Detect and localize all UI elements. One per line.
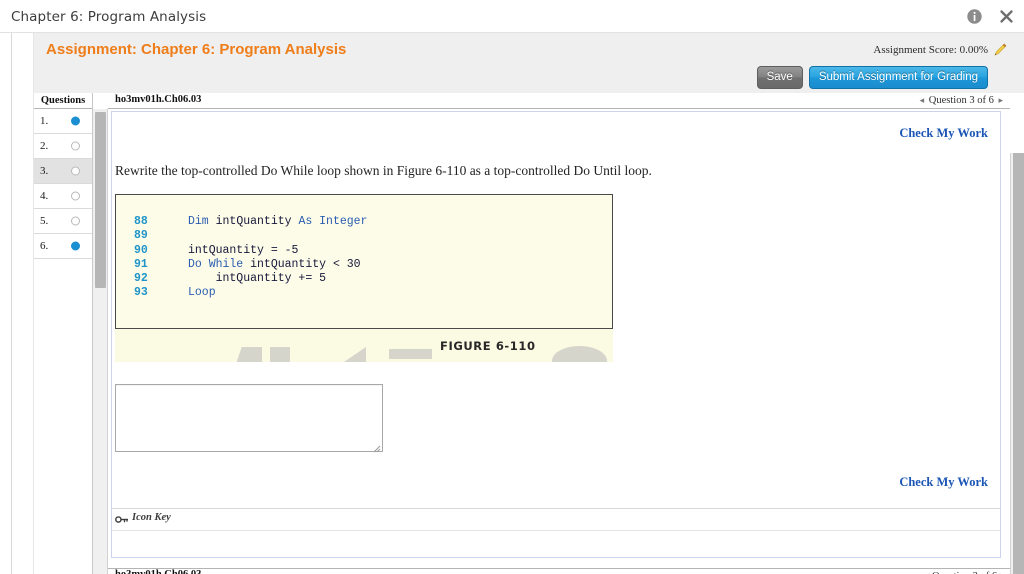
check-my-work-bottom-link[interactable]: Check My Work bbox=[899, 475, 988, 490]
header-button-row: Save Submit Assignment for Grading bbox=[756, 66, 988, 89]
code-line-number: 88 bbox=[134, 215, 148, 228]
save-button[interactable]: Save bbox=[756, 66, 803, 89]
prev-question-button[interactable]: ◂ bbox=[918, 95, 927, 105]
code-line: 91 Do While intQuantity < 30 bbox=[116, 258, 367, 272]
icon-key-divider bbox=[112, 508, 1000, 509]
code-token: intQuantity = -5 bbox=[188, 243, 299, 257]
decorative-shape-1 bbox=[236, 347, 262, 362]
content-panel: Questions 1. 2. 3. 4. 5. 6. ho3mv01h.Ch06.03 … bbox=[34, 93, 1024, 574]
left-gutter bbox=[12, 33, 34, 574]
resize-grip-icon[interactable] bbox=[371, 440, 381, 453]
code-token: intQuantity += 5 bbox=[188, 272, 327, 286]
question-nav-item-5[interactable]: 5. bbox=[34, 209, 92, 234]
window-titlebar: Chapter 6: Program Analysis bbox=[0, 0, 1024, 33]
code-line: 90 intQuantity = -5 bbox=[116, 244, 367, 258]
code-line: 92 intQuantity += 5 bbox=[116, 272, 367, 286]
figure-caption-area: FIGURE 6-110 bbox=[115, 333, 613, 362]
questions-scrollbar[interactable] bbox=[93, 109, 108, 574]
pencil-icon[interactable] bbox=[992, 42, 1008, 58]
question-id-bar: ho3mv01h.Ch06.03 ◂ Question 3 of 6 ▸ bbox=[108, 93, 1010, 109]
question-status-dot bbox=[71, 116, 80, 126]
code-token: Loop bbox=[188, 286, 216, 300]
question-footer-bar: ho3mv01h.Ch06.03 ◂ Question 3 of 6 ▸ bbox=[108, 568, 1010, 574]
question-status-dot bbox=[71, 191, 80, 201]
figure-6-110: 88 Dim intQuantity As Integer 89 90 intQuant… bbox=[115, 194, 613, 362]
code-line-source: intQuantity += 5 bbox=[188, 272, 326, 286]
page-frame: Assignment: Chapter 6: Program Analysis … bbox=[11, 33, 1024, 574]
submit-assignment-button[interactable]: Submit Assignment for Grading bbox=[808, 66, 988, 89]
question-nav-label: 1. bbox=[40, 115, 49, 127]
key-icon bbox=[115, 512, 129, 523]
question-status-dot bbox=[71, 241, 80, 251]
code-line-number: 90 bbox=[134, 243, 148, 257]
code-line-source: Do While intQuantity < 30 bbox=[188, 258, 361, 272]
question-nav-label: 6. bbox=[40, 240, 49, 252]
code-line-number: 89 bbox=[134, 229, 148, 243]
question-nav-item-3[interactable]: 3. bbox=[34, 159, 92, 184]
icon-key-label: Icon Key bbox=[132, 512, 171, 523]
code-line-source: Dim intQuantity As Integer bbox=[188, 215, 367, 229]
code-listing: 88 Dim intQuantity As Integer 89 90 intQuant… bbox=[115, 194, 613, 329]
decorative-shape-5 bbox=[552, 346, 607, 362]
question-navigator: ◂ Question 3 of 6 ▸ bbox=[918, 95, 1005, 106]
question-nav-item-1[interactable]: 1. bbox=[34, 109, 92, 134]
next-question-button[interactable]: ▸ bbox=[996, 95, 1005, 105]
info-icon[interactable] bbox=[965, 7, 984, 26]
figure-label: FIGURE 6-110 bbox=[440, 339, 536, 353]
question-counter: Question 3 of 6 bbox=[928, 95, 994, 106]
question-body: Check My Work Rewrite the top-controlled… bbox=[111, 111, 1001, 558]
code-line-number: 93 bbox=[134, 286, 148, 300]
code-lines: 88 Dim intQuantity As Integer 89 90 intQuant… bbox=[116, 215, 367, 301]
application-window: Chapter 6: Program Analysis Assignment: … bbox=[0, 0, 1024, 574]
question-status-dot bbox=[71, 141, 80, 151]
code-line: 89 bbox=[116, 229, 367, 243]
code-line: 93 Loop bbox=[116, 286, 367, 300]
page-title: Assignment: Chapter 6: Program Analysis bbox=[46, 41, 347, 58]
question-prompt: Rewrite the top-controlled Do While loop… bbox=[115, 163, 652, 178]
question-id: ho3mv01h.Ch06.03 bbox=[115, 94, 202, 105]
assignment-header: Assignment: Chapter 6: Program Analysis … bbox=[34, 33, 1024, 93]
question-nav-item-2[interactable]: 2. bbox=[34, 134, 92, 159]
question-nav-item-4[interactable]: 4. bbox=[34, 184, 92, 209]
questions-list: 1. 2. 3. 4. 5. 6. bbox=[34, 109, 92, 259]
question-nav-label: 2. bbox=[40, 140, 49, 152]
check-my-work-top-link[interactable]: Check My Work bbox=[899, 126, 988, 141]
question-status-dot bbox=[71, 216, 80, 226]
decorative-shape-2 bbox=[270, 347, 290, 362]
code-token: intQuantity < 30 bbox=[250, 257, 361, 271]
page-scrollbar-thumb[interactable] bbox=[1013, 153, 1024, 574]
code-line-number: 91 bbox=[134, 257, 148, 271]
question-status-dot bbox=[71, 166, 80, 176]
assignment-score: Assignment Score: 0.00% bbox=[873, 44, 988, 56]
question-nav-label: 4. bbox=[40, 190, 49, 202]
decorative-shape-3 bbox=[341, 347, 366, 362]
code-token: Do While bbox=[188, 257, 251, 271]
questions-header: Questions bbox=[34, 93, 92, 109]
code-line: 88 Dim intQuantity As Integer bbox=[116, 215, 367, 229]
footer-question-id: ho3mv01h.Ch06.03 bbox=[115, 569, 201, 574]
icon-key-underline bbox=[112, 530, 1000, 531]
question-nav-item-6[interactable]: 6. bbox=[34, 234, 92, 259]
window-title: Chapter 6: Program Analysis bbox=[11, 9, 207, 25]
question-nav-label: 3. bbox=[40, 165, 49, 177]
code-line-source: intQuantity = -5 bbox=[188, 244, 298, 258]
close-icon[interactable] bbox=[997, 7, 1016, 26]
icon-key[interactable]: Icon Key bbox=[115, 512, 171, 523]
footer-question-navigator: ◂ Question 3 of 6 ▸ bbox=[924, 570, 1005, 574]
questions-sidebar: Questions 1. 2. 3. 4. 5. 6. bbox=[34, 93, 93, 574]
code-token: intQuantity bbox=[215, 215, 299, 228]
question-nav-label: 5. bbox=[40, 215, 49, 227]
answer-textarea[interactable] bbox=[115, 384, 383, 453]
code-token: Dim bbox=[188, 215, 216, 228]
decorative-shape-4 bbox=[389, 349, 432, 359]
code-line-number: 92 bbox=[134, 272, 148, 286]
code-token: As Integer bbox=[298, 215, 368, 228]
code-line-source: Loop bbox=[188, 286, 216, 300]
questions-scrollbar-thumb[interactable] bbox=[95, 112, 106, 288]
page-scrollbar[interactable] bbox=[1010, 153, 1024, 574]
question-main-region: ho3mv01h.Ch06.03 ◂ Question 3 of 6 ▸ Che… bbox=[108, 93, 1010, 574]
